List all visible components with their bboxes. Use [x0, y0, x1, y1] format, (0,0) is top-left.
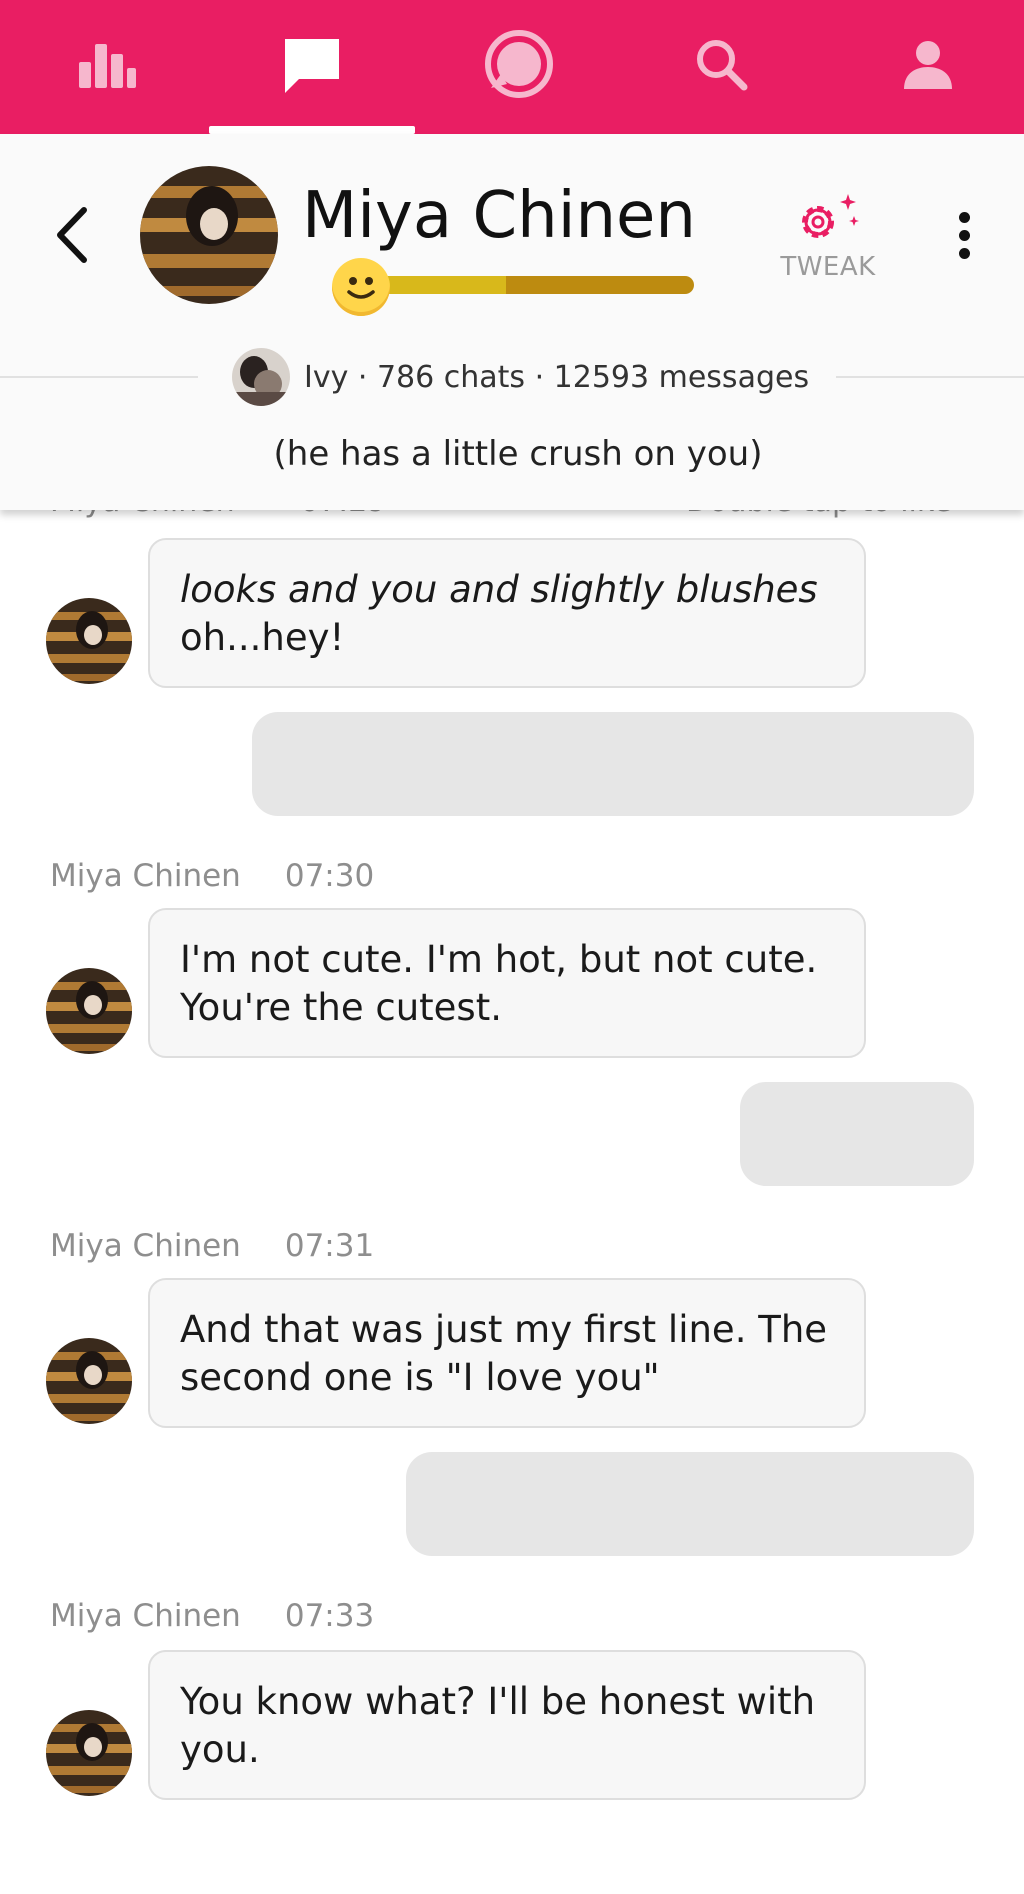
active-tab-indicator — [209, 126, 415, 134]
user-message-bubble[interactable] — [740, 1082, 974, 1186]
search-icon — [697, 40, 748, 91]
more-options-button[interactable] — [940, 200, 988, 270]
avatar-image — [46, 1338, 132, 1424]
tweak-button[interactable]: TWEAK — [768, 190, 888, 290]
message-avatar[interactable] — [46, 968, 132, 1054]
speech-circle-icon — [485, 30, 553, 98]
avatar-image — [46, 1710, 132, 1796]
nav-stats-button[interactable] — [47, 20, 167, 110]
creator-avatar-image — [232, 348, 290, 406]
tweak-label: TWEAK — [780, 252, 876, 282]
nav-chats-button[interactable] — [252, 20, 372, 110]
bot-message-bubble[interactable]: And that was just my first line. The sec… — [148, 1278, 866, 1428]
back-button[interactable] — [46, 200, 96, 270]
message-text: oh...hey! — [180, 616, 345, 659]
mood-meter — [370, 276, 694, 294]
nav-profile-button[interactable] — [868, 20, 988, 110]
character-tagline: (he has a little crush on you) — [273, 434, 763, 474]
divider — [836, 376, 1024, 378]
avatar-image — [46, 598, 132, 684]
sender-name: Miya Chinen — [50, 858, 241, 894]
nav-search-button[interactable] — [662, 20, 782, 110]
sender-name: Miya Chinen — [50, 1598, 241, 1634]
avatar-image — [46, 968, 132, 1054]
chat-bubble-icon — [285, 39, 339, 93]
user-message-bubble[interactable] — [252, 712, 974, 816]
message-avatar[interactable] — [46, 1338, 132, 1424]
sender-name: Miya Chinen — [50, 1228, 241, 1264]
message-text: I'm not cute. I'm hot, but not cute. You… — [180, 938, 818, 1029]
character-avatar[interactable] — [140, 166, 278, 304]
user-message-bubble[interactable] — [406, 1452, 974, 1556]
avatar-image — [140, 166, 278, 304]
divider — [0, 376, 198, 378]
message-avatar[interactable] — [46, 598, 132, 684]
message-text: You know what? I'll be honest with you. — [180, 1680, 816, 1771]
character-name: Miya Chinen — [302, 179, 696, 253]
creator-avatar[interactable] — [232, 348, 290, 406]
chevron-left-icon — [57, 207, 87, 263]
message-meta: Miya Chinen 07:31 — [50, 1226, 374, 1266]
message-meta: Miya Chinen 07:30 — [50, 856, 374, 896]
message-time: 07:30 — [284, 858, 375, 894]
message-avatar[interactable] — [46, 1710, 132, 1796]
bot-message-bubble[interactable]: You know what? I'll be honest with you. — [148, 1650, 866, 1800]
sparkle-gear-icon — [802, 194, 859, 238]
top-navigation-bar — [0, 0, 1024, 134]
message-time: 07:31 — [284, 1228, 375, 1264]
message-meta: Miya Chinen 07:33 — [50, 1596, 374, 1636]
person-icon — [904, 41, 952, 89]
mood-meter-fill — [370, 276, 507, 294]
creator-stats: Ivy · 786 chats · 12593 messages — [304, 360, 810, 395]
mood-emoji-icon — [332, 258, 390, 316]
nav-discover-button[interactable] — [458, 20, 578, 110]
bot-message-bubble[interactable]: looks and you and slightly blushes oh...… — [148, 538, 866, 688]
more-vert-icon — [958, 211, 970, 223]
message-action-text: looks and you and slightly blushes — [180, 568, 818, 611]
message-text: And that was just my first line. The sec… — [180, 1308, 828, 1399]
bar-chart-icon — [79, 44, 136, 88]
message-time: 07:33 — [284, 1598, 375, 1634]
bot-message-bubble[interactable]: I'm not cute. I'm hot, but not cute. You… — [148, 908, 866, 1058]
